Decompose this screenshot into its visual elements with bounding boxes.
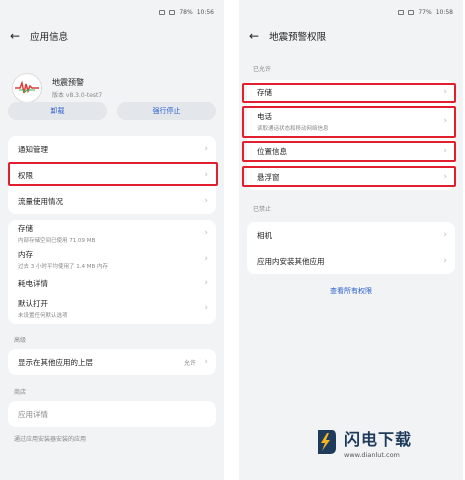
- battery-details-row[interactable]: 耗电详情 ›: [8, 272, 216, 294]
- chevron-right-icon: ›: [204, 278, 208, 288]
- card-advanced: 显示在其他应用的上层 允许 ›: [8, 349, 216, 375]
- view-all-permissions-link[interactable]: 查看所有权限: [239, 286, 463, 296]
- location-highlight: [242, 141, 456, 162]
- permission-install-apps-row[interactable]: 应用内安装其他应用 ›: [247, 248, 455, 274]
- permissions-screen: 77% 10:58 ← 地震预警权限 已允许 存储 › 电话 读取通话状态和移动…: [239, 0, 463, 480]
- store-section-label: 商店: [14, 389, 27, 396]
- row-label: 应用内安装其他应用: [257, 256, 325, 266]
- header: ← 地震预警权限: [239, 24, 463, 48]
- force-stop-button[interactable]: 强行停止: [117, 102, 216, 120]
- chevron-right-icon: ›: [204, 144, 208, 154]
- lightning-logo-icon: [312, 428, 338, 456]
- battery-icon: [408, 9, 415, 15]
- uninstall-button[interactable]: 卸载: [8, 102, 107, 120]
- page-title: 应用信息: [30, 32, 69, 43]
- row-subtitle: 内部存储空间已使用 71.09 MB: [18, 237, 96, 244]
- battery-level: 78%: [179, 8, 193, 16]
- row-label: 相机: [257, 230, 272, 240]
- status-bar: 78% 10:56: [0, 0, 224, 24]
- back-arrow-icon[interactable]: ←: [249, 30, 259, 42]
- app-name: 地震预警: [52, 78, 84, 87]
- card-resources: 存储 内部存储空间已使用 71.09 MB › 内存 过去 3 小时平均使用了 …: [8, 220, 216, 324]
- watermark-logo: 闪电下载 www.dianlut.com: [312, 420, 462, 464]
- row-subtitle: 过去 3 小时平均使用了 1.4 MB 内存: [18, 263, 109, 270]
- status-time: 10:58: [435, 8, 453, 16]
- row-label: 应用详情: [18, 409, 48, 419]
- chevron-right-icon: ›: [204, 254, 208, 264]
- overlay-highlight: [242, 166, 456, 187]
- wifi-icon: [398, 9, 405, 15]
- memory-row[interactable]: 内存 过去 3 小时平均使用了 1.4 MB 内存 ›: [8, 246, 216, 272]
- battery-level: 77%: [418, 8, 432, 16]
- row-label: 内存: [18, 249, 33, 259]
- notification-management-row[interactable]: 通知管理 ›: [8, 136, 216, 162]
- overlay-value: 允许: [183, 359, 196, 367]
- status-time: 10:56: [196, 8, 214, 16]
- row-label: 耗电详情: [18, 278, 48, 288]
- phone-highlight: [242, 106, 456, 138]
- row-label: 默认打开: [18, 298, 48, 308]
- chevron-right-icon: ›: [204, 303, 208, 313]
- chevron-right-icon: ›: [204, 228, 208, 238]
- row-label: 流量使用情况: [18, 196, 63, 206]
- storage-highlight: [242, 83, 456, 103]
- permission-camera-row[interactable]: 相机 ›: [247, 222, 455, 248]
- wifi-icon: [159, 9, 166, 15]
- watermark-title: 闪电下载: [344, 429, 413, 449]
- row-label: 通知管理: [18, 144, 48, 154]
- card-denied: 相机 › 应用内安装其他应用 ›: [247, 222, 455, 274]
- advanced-section-label: 高级: [14, 337, 27, 344]
- battery-icon: [169, 9, 176, 15]
- back-arrow-icon[interactable]: ←: [10, 30, 20, 42]
- install-source-text: 通过应用安装器安装的应用: [14, 436, 87, 443]
- chevron-right-icon: ›: [443, 230, 447, 240]
- permissions-highlight: [8, 162, 218, 186]
- storage-row[interactable]: 存储 内部存储空间已使用 71.09 MB ›: [8, 220, 216, 246]
- chevron-right-icon: ›: [204, 196, 208, 206]
- header: ← 应用信息: [0, 24, 224, 48]
- denied-section-label: 已禁止: [253, 206, 272, 213]
- watermark-url: www.dianlut.com: [344, 450, 400, 459]
- default-open-row[interactable]: 默认打开 未设置任何默认选项 ›: [8, 294, 216, 322]
- row-subtitle: 未设置任何默认选项: [18, 312, 68, 319]
- allowed-section-label: 已允许: [253, 66, 272, 73]
- app-details-row[interactable]: 应用详情: [8, 401, 216, 427]
- chevron-right-icon: ›: [443, 256, 447, 266]
- row-label: 显示在其他应用的上层: [18, 357, 93, 367]
- data-usage-row[interactable]: 流量使用情况 ›: [8, 188, 216, 214]
- chevron-right-icon: ›: [204, 357, 208, 367]
- status-bar: 77% 10:58: [239, 0, 463, 24]
- overlay-row[interactable]: 显示在其他应用的上层 允许 ›: [8, 349, 216, 375]
- card-store: 应用详情: [8, 401, 216, 427]
- page-title: 地震预警权限: [269, 32, 327, 43]
- row-label: 存储: [18, 223, 33, 233]
- app-info-screen: 78% 10:56 ← 应用信息 地震预警 版本 v8.3.0-test7 卸载…: [0, 0, 224, 480]
